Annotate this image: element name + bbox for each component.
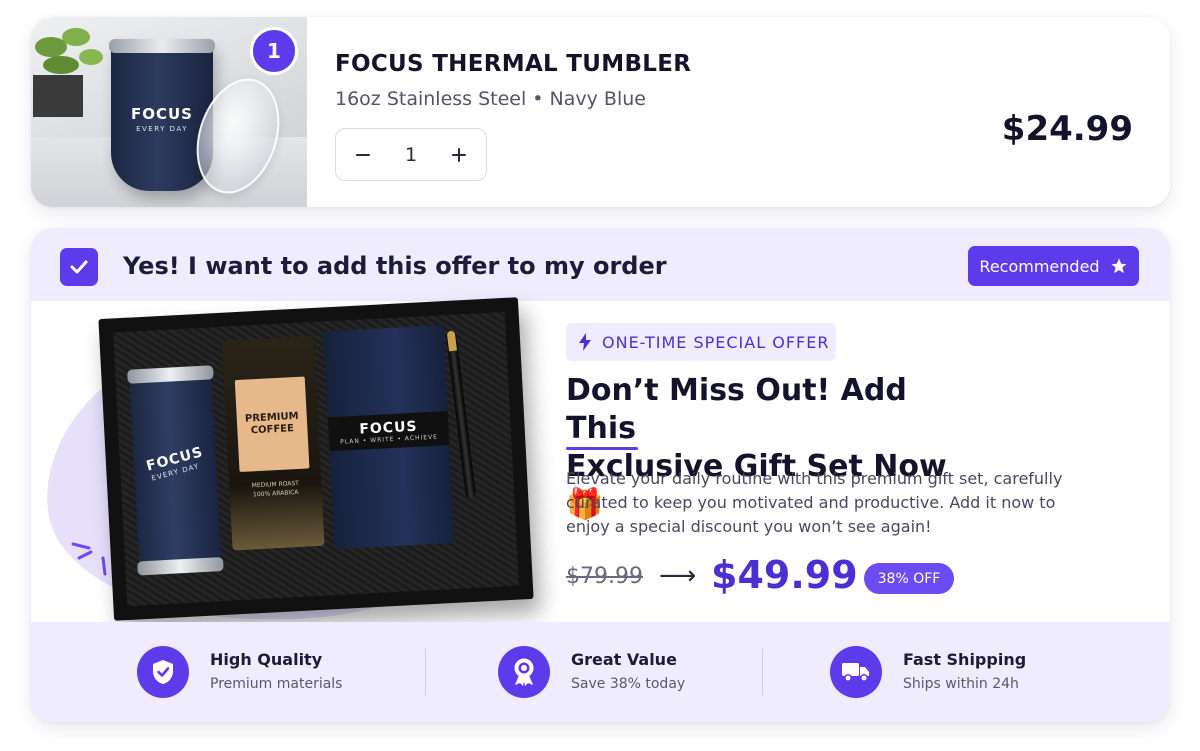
recommended-label: Recommended [979, 256, 1100, 276]
special-offer-text: ONE-TIME SPECIAL OFFER [602, 332, 830, 352]
feature-title: Fast Shipping [903, 650, 1027, 669]
product-price: $24.99 [1001, 109, 1133, 149]
divider [762, 649, 763, 695]
coffee-bag: PREMIUM COFFEE MEDIUM ROAST 100% ARABICA [221, 335, 325, 551]
coffee-label-line2: COFFEE [250, 423, 295, 437]
product-title: FOCUS THERMAL TUMBLER [335, 51, 692, 77]
title-underline [566, 447, 638, 450]
notebook-tagline: PLAN • WRITE • ACHIEVE [339, 433, 439, 446]
tumbler-brand: FOCUS [131, 105, 193, 123]
checkmark-icon [70, 260, 88, 274]
offer-price: $49.99 [711, 553, 858, 597]
offer-title-line1: Don’t Miss Out! Add This [566, 373, 907, 446]
offer-header: Yes! I want to add this offer to my orde… [31, 228, 1170, 301]
feature-subtitle: Ships within 24h [903, 676, 1019, 692]
award-badge-icon [498, 646, 550, 698]
lightning-icon [579, 333, 591, 351]
divider [425, 649, 426, 695]
star-icon [1111, 258, 1127, 274]
special-offer-tag: ONE-TIME SPECIAL OFFER [566, 323, 836, 361]
notebook-band: FOCUS PLAN • WRITE • ACHIEVE [327, 411, 450, 452]
feature-title: Great Value [571, 650, 677, 669]
gift-set-image: FOCUS EVERY DAY PREMIUM COFFEE MEDIUM RO… [98, 297, 534, 621]
increase-quantity-button[interactable] [446, 142, 472, 168]
tumbler-photo: FOCUS EVERY DAY [109, 39, 215, 191]
upsell-offer-card: Yes! I want to add this offer to my orde… [31, 228, 1170, 722]
product-variant: 16oz Stainless Steel • Navy Blue [335, 88, 646, 110]
feature-subtitle: Premium materials [210, 676, 343, 692]
plus-icon [452, 147, 466, 162]
feature-subtitle: Save 38% today [571, 676, 686, 692]
gift-tumbler: FOCUS EVERY DAY [129, 369, 222, 572]
original-price: $79.99 [566, 564, 643, 589]
coffee-footnote: MEDIUM ROAST 100% ARABICA [229, 478, 322, 501]
add-offer-checkbox[interactable] [60, 248, 98, 286]
plant-decoration [33, 28, 103, 117]
quantity-badge: 1 [250, 27, 298, 75]
notebook: FOCUS PLAN • WRITE • ACHIEVE [323, 325, 455, 550]
quantity-value[interactable]: 1 [405, 144, 417, 166]
quantity-stepper: 1 [335, 128, 487, 181]
arrow-right-icon: ⟶ [659, 561, 697, 591]
offer-description: Elevate your daily routine with this pre… [566, 469, 1063, 536]
feature-title: High Quality [210, 650, 323, 669]
truck-icon [830, 646, 882, 698]
coffee-label: PREMIUM COFFEE [234, 376, 310, 473]
decrease-quantity-button[interactable] [350, 142, 376, 168]
cart-item-card: FOCUS EVERY DAY 1 FOCUS THERMAL TUMBLER … [31, 17, 1170, 207]
recommended-badge: Recommended [968, 246, 1139, 286]
shield-check-icon [137, 646, 189, 698]
discount-badge: 38% OFF [864, 563, 954, 594]
features-bar: High Quality Premium materials Great Val… [31, 622, 1170, 722]
add-offer-label[interactable]: Yes! I want to add this offer to my orde… [123, 252, 667, 280]
minus-icon [356, 153, 370, 156]
